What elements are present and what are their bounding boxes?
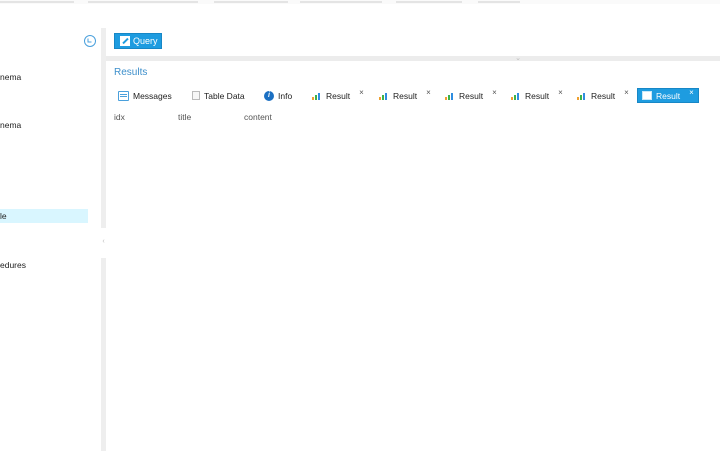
tab-label: Table Data [204,90,245,101]
tab-result-4[interactable]: Result × [511,88,563,103]
tab-table-data[interactable]: Table Data [192,88,245,103]
tab-label: Result [591,90,616,101]
chart-icon [577,91,587,100]
results-tabs: Messages Table Data i Info Result × Resu… [114,88,704,103]
tab-result-2[interactable]: Result × [379,88,431,103]
pencil-icon [120,36,130,46]
top-tab[interactable] [0,1,74,3]
close-icon[interactable]: × [558,88,563,97]
tab-result-active[interactable]: Result × [637,88,699,103]
chart-icon [312,91,322,100]
app-window: nema nema le edures ‹ Query ⌄ Results Me… [0,0,720,451]
info-icon: i [264,90,274,101]
tree-item-label: le [0,211,7,221]
chart-icon [445,91,455,100]
tab-result-5[interactable]: Result × [577,88,629,103]
tree-item-label: edures [0,260,26,270]
close-icon[interactable]: × [359,88,364,97]
message-icon [118,90,129,101]
query-button-label: Query [133,36,158,46]
tab-label: Info [278,90,293,101]
tab-messages[interactable]: Messages [118,88,172,103]
close-icon[interactable]: × [689,88,694,97]
result-icon [642,91,652,100]
tab-label: Result [525,90,550,101]
tree-item-label: nema [0,120,22,130]
collapse-sidebar-icon[interactable]: ‹ [101,237,106,247]
tree-item-procedures[interactable]: edures [0,258,88,272]
chevron-down-icon[interactable]: ⌄ [513,55,523,62]
tab-label: Result [326,90,351,101]
table-icon [192,91,200,100]
tab-label: Messages [133,90,172,101]
results-title: Results [114,67,148,78]
chart-icon [379,91,389,100]
column-header-idx[interactable]: idx [114,112,125,122]
tree-item-schema[interactable]: nema [0,70,88,84]
close-icon[interactable]: × [492,88,497,97]
tree-item-table-selected[interactable]: le [0,209,88,223]
column-header-content[interactable]: content [244,112,272,122]
close-icon[interactable]: × [624,88,629,97]
horizontal-splitter[interactable] [106,56,720,61]
query-button[interactable]: Query [114,33,162,49]
tab-label: Result [459,90,484,101]
top-tab[interactable] [88,1,198,3]
tab-label: Result [656,90,681,101]
tab-result-3[interactable]: Result × [445,88,497,103]
history-icon[interactable] [84,35,96,47]
tree-item-label: nema [0,72,22,82]
tab-info[interactable]: i Info [264,88,292,103]
top-tab[interactable] [478,1,520,3]
top-tab[interactable] [214,1,288,3]
top-tab-strip [0,0,720,4]
object-tree-sidebar: nema nema le edures [0,4,100,451]
close-icon[interactable]: × [426,88,431,97]
chart-icon [511,91,521,100]
tree-item-schema[interactable]: nema [0,118,88,132]
top-tab[interactable] [300,1,382,3]
top-tab[interactable] [396,1,462,3]
column-header-title[interactable]: title [178,112,191,122]
tab-result-1[interactable]: Result × [312,88,364,103]
tab-label: Result [393,90,418,101]
